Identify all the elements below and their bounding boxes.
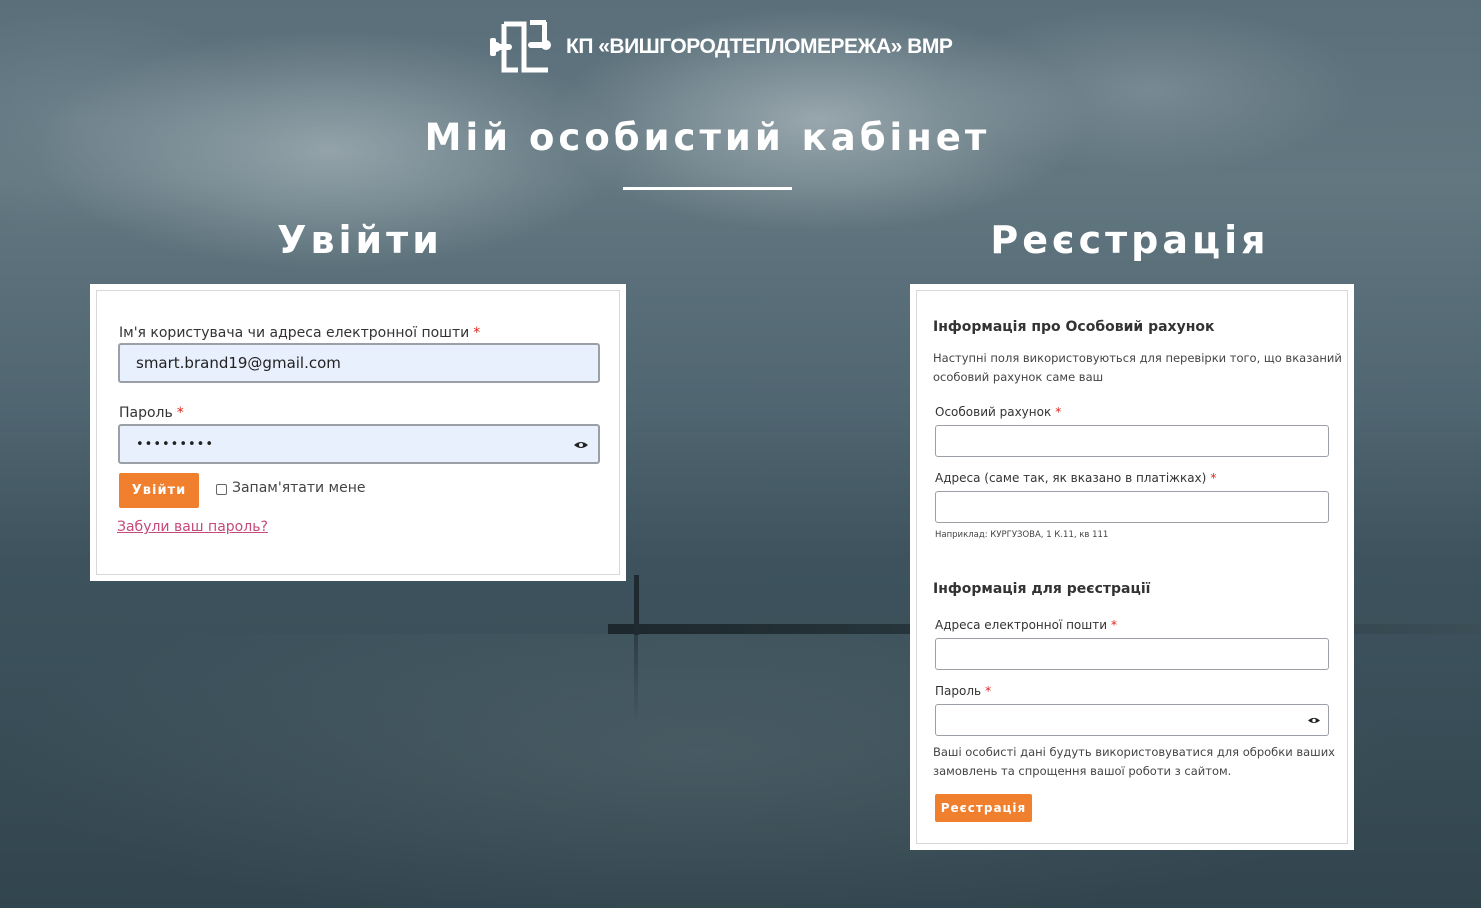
- account-label: Особовий рахунок *: [935, 405, 1062, 419]
- registration-section-title: Інформація для реєстрації: [933, 581, 1151, 597]
- reg-password-input[interactable]: [935, 704, 1329, 736]
- remember-checkbox[interactable]: [216, 484, 227, 495]
- username-label: Ім'я користувача чи адреса електронної п…: [119, 325, 481, 341]
- forgot-password-link[interactable]: Забули ваш пароль?: [117, 519, 268, 535]
- register-heading: Реєстрація: [990, 218, 1270, 262]
- eye-icon[interactable]: [1308, 717, 1320, 724]
- password-input[interactable]: •••••••••: [118, 424, 600, 464]
- account-input[interactable]: [935, 425, 1329, 457]
- account-section-title: Інформація про Особовий рахунок: [933, 319, 1215, 335]
- pipe-logo-icon: [490, 20, 551, 73]
- lighthouse-pole: [634, 575, 639, 635]
- login-heading: Увійти: [277, 218, 443, 262]
- pole-reflection: [634, 634, 638, 724]
- privacy-note: Ваші особисті дані будуть використовуват…: [933, 745, 1335, 778]
- username-value: smart.brand19@gmail.com: [136, 354, 341, 372]
- register-button[interactable]: Реєстрація: [935, 794, 1032, 822]
- title-divider: [623, 187, 792, 190]
- login-form: Ім'я користувача чи адреса електронної п…: [90, 284, 626, 581]
- address-hint: Наприклад: КУРГУЗОВА, 1 К.11, кв 111: [935, 530, 1109, 540]
- account-section-note: Наступні поля використовуються для перев…: [933, 351, 1342, 384]
- username-input[interactable]: smart.brand19@gmail.com: [118, 343, 600, 383]
- password-value: •••••••••: [136, 436, 215, 452]
- address-label: Адреса (саме так, як вказано в платіжках…: [935, 471, 1217, 485]
- page-title: Мій особистий кабінет: [424, 116, 991, 159]
- address-input[interactable]: [935, 491, 1329, 523]
- password-label: Пароль *: [119, 405, 184, 421]
- login-button[interactable]: Увійти: [119, 473, 199, 508]
- reg-password-label: Пароль *: [935, 684, 992, 698]
- brand-logo[interactable]: КП «ВИШГОРОДТЕПЛОМЕРЕЖА» ВМР: [488, 18, 953, 76]
- brand-name: КП «ВИШГОРОДТЕПЛОМЕРЕЖА» ВМР: [566, 35, 953, 58]
- register-form: Інформація про Особовий рахунок Наступні…: [910, 284, 1354, 850]
- eye-icon[interactable]: [574, 441, 588, 449]
- email-label: Адреса електронної пошти *: [935, 618, 1118, 632]
- email-input[interactable]: [935, 638, 1329, 670]
- remember-label[interactable]: Запам'ятати мене: [232, 480, 366, 496]
